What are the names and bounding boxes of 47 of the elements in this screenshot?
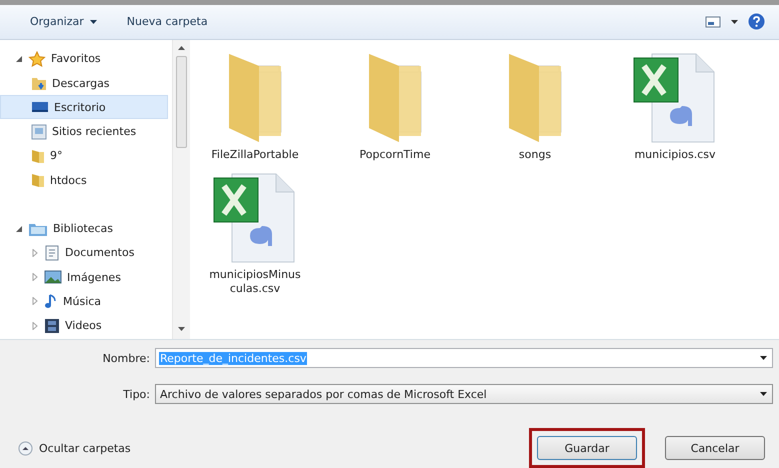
field-label: Nombre: <box>102 352 150 364</box>
file-type-dropdown[interactable]: Archivo de valores separados por comas de Microsoft Excel <box>155 384 773 404</box>
caret-icon[interactable] <box>731 20 738 24</box>
sidebar-item[interactable]: Escritorio <box>0 95 168 120</box>
sidebar-item[interactable]: Música <box>0 289 168 314</box>
caret-icon[interactable] <box>760 356 767 360</box>
file-name[interactable]: municipiosMinusculas.csv <box>207 268 303 296</box>
sidebar-item[interactable]: Documentos <box>0 240 168 265</box>
file-name[interactable]: municipios.csv <box>627 148 723 162</box>
file-name[interactable]: PopcornTime <box>347 148 443 162</box>
scrollbar[interactable] <box>172 40 190 339</box>
caret-icon <box>90 20 97 24</box>
help-icon[interactable] <box>748 13 765 30</box>
sidebar-item[interactable]: Imágenes <box>0 264 168 290</box>
folder-icon <box>31 172 45 188</box>
expanded-arrow-icon[interactable] <box>15 54 23 63</box>
dialog-button[interactable]: Cancelar <box>665 436 765 460</box>
sidebar-item[interactable]: htdocs <box>0 168 168 192</box>
picture-icon <box>44 270 62 284</box>
collapse-icon <box>18 440 33 456</box>
film-icon <box>44 318 60 334</box>
scroll-down-icon[interactable] <box>178 327 185 331</box>
scroll-thumb[interactable] <box>176 56 187 148</box>
field-label: Tipo: <box>122 388 150 400</box>
sidebar-item[interactable]: Descargas <box>0 70 168 96</box>
organize-menu[interactable]: Organizar <box>30 15 97 28</box>
sidebar-item[interactable]: Sitios recientes <box>0 119 168 144</box>
sidebar-item[interactable]: Videos <box>0 314 168 338</box>
view-options-icon[interactable] <box>705 16 721 28</box>
file-name[interactable]: songs <box>487 148 583 162</box>
star-icon <box>28 50 46 67</box>
sidebar-group[interactable]: Bibliotecas <box>53 222 114 236</box>
download-folder-icon <box>31 75 47 92</box>
document-icon <box>44 244 60 261</box>
hide-folders-button[interactable]: Ocultar carpetas <box>18 440 131 456</box>
new-folder-button[interactable]: Nueva carpeta <box>126 15 208 28</box>
dialog-button[interactable]: Guardar <box>537 436 637 460</box>
expanded-arrow-icon[interactable] <box>15 224 23 233</box>
sidebar-group[interactable]: Favoritos <box>51 52 101 66</box>
caret-icon[interactable] <box>760 392 767 396</box>
folder-icon <box>31 148 45 164</box>
desktop-icon <box>31 100 49 114</box>
file-name[interactable]: FileZillaPortable <box>207 148 303 162</box>
music-note-icon <box>44 293 58 310</box>
scroll-up-icon[interactable] <box>178 46 185 50</box>
recent-places-icon <box>31 124 47 140</box>
sidebar-item[interactable]: 9° <box>0 144 168 168</box>
